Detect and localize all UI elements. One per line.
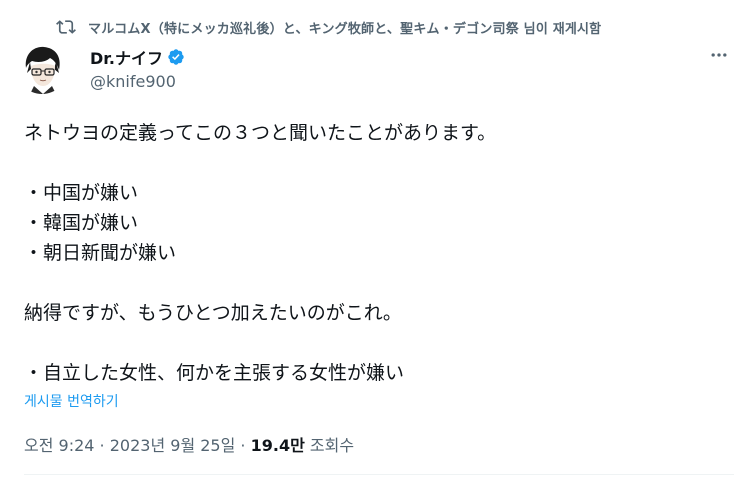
retweet-icon <box>56 17 76 37</box>
views-label: 조회수 <box>304 436 355 455</box>
tweet-meta: 오전 9:24 · 2023년 9월 25일 · 19.4만 조회수 <box>24 432 354 456</box>
tweet-text: ネトウヨの定義ってこの３つと聞いたことがあります。 ・中国が嫌い ・韓国が嫌い … <box>24 118 724 388</box>
retweet-context-text: マルコムX（特にメッカ巡礼後）と、キング牧師と、聖キム・デゴン司祭 님이 재게시… <box>88 21 602 37</box>
divider <box>24 474 734 475</box>
verified-badge-icon[interactable] <box>167 48 185 66</box>
tweet-line: ・韓国が嫌い <box>24 212 139 234</box>
author-handle[interactable]: @knife900 <box>90 72 185 91</box>
author-display-name[interactable]: Dr.ナイフ <box>90 45 163 69</box>
retweet-context[interactable]: マルコムX（特にメッカ巡礼後）と、キング牧師と、聖キム・デゴン司祭 님이 재게시… <box>56 17 601 37</box>
tweet-detail: マルコムX（特にメッカ巡礼後）と、キング牧師と、聖キム・デゴン司祭 님이 재게시… <box>0 0 750 480</box>
avatar[interactable] <box>16 42 68 94</box>
tweet-line: ・朝日新聞が嫌い <box>24 242 177 264</box>
tweet-line: ・自立した女性、何かを主張する女性が嫌い <box>24 362 405 384</box>
tweet-date[interactable]: 2023년 9월 25일 <box>110 436 236 455</box>
views-count: 19.4만 <box>250 436 305 455</box>
tweet-line: ・中国が嫌い <box>24 182 139 204</box>
meta-separator: · <box>94 436 110 455</box>
author-block: Dr.ナイフ @knife900 <box>90 46 185 91</box>
more-dots-icon <box>709 45 729 69</box>
tweet-time[interactable]: 오전 9:24 <box>24 436 94 455</box>
meta-separator: · <box>235 436 251 455</box>
tweet-line: 納得ですが、もうひとつ加えたいのがこれ。 <box>24 302 402 324</box>
more-options-button[interactable] <box>708 46 730 68</box>
translate-post-link[interactable]: 게시물 번역하기 <box>24 391 119 411</box>
tweet-line: ネトウヨの定義ってこの３つと聞いたことがあります。 <box>24 122 497 144</box>
